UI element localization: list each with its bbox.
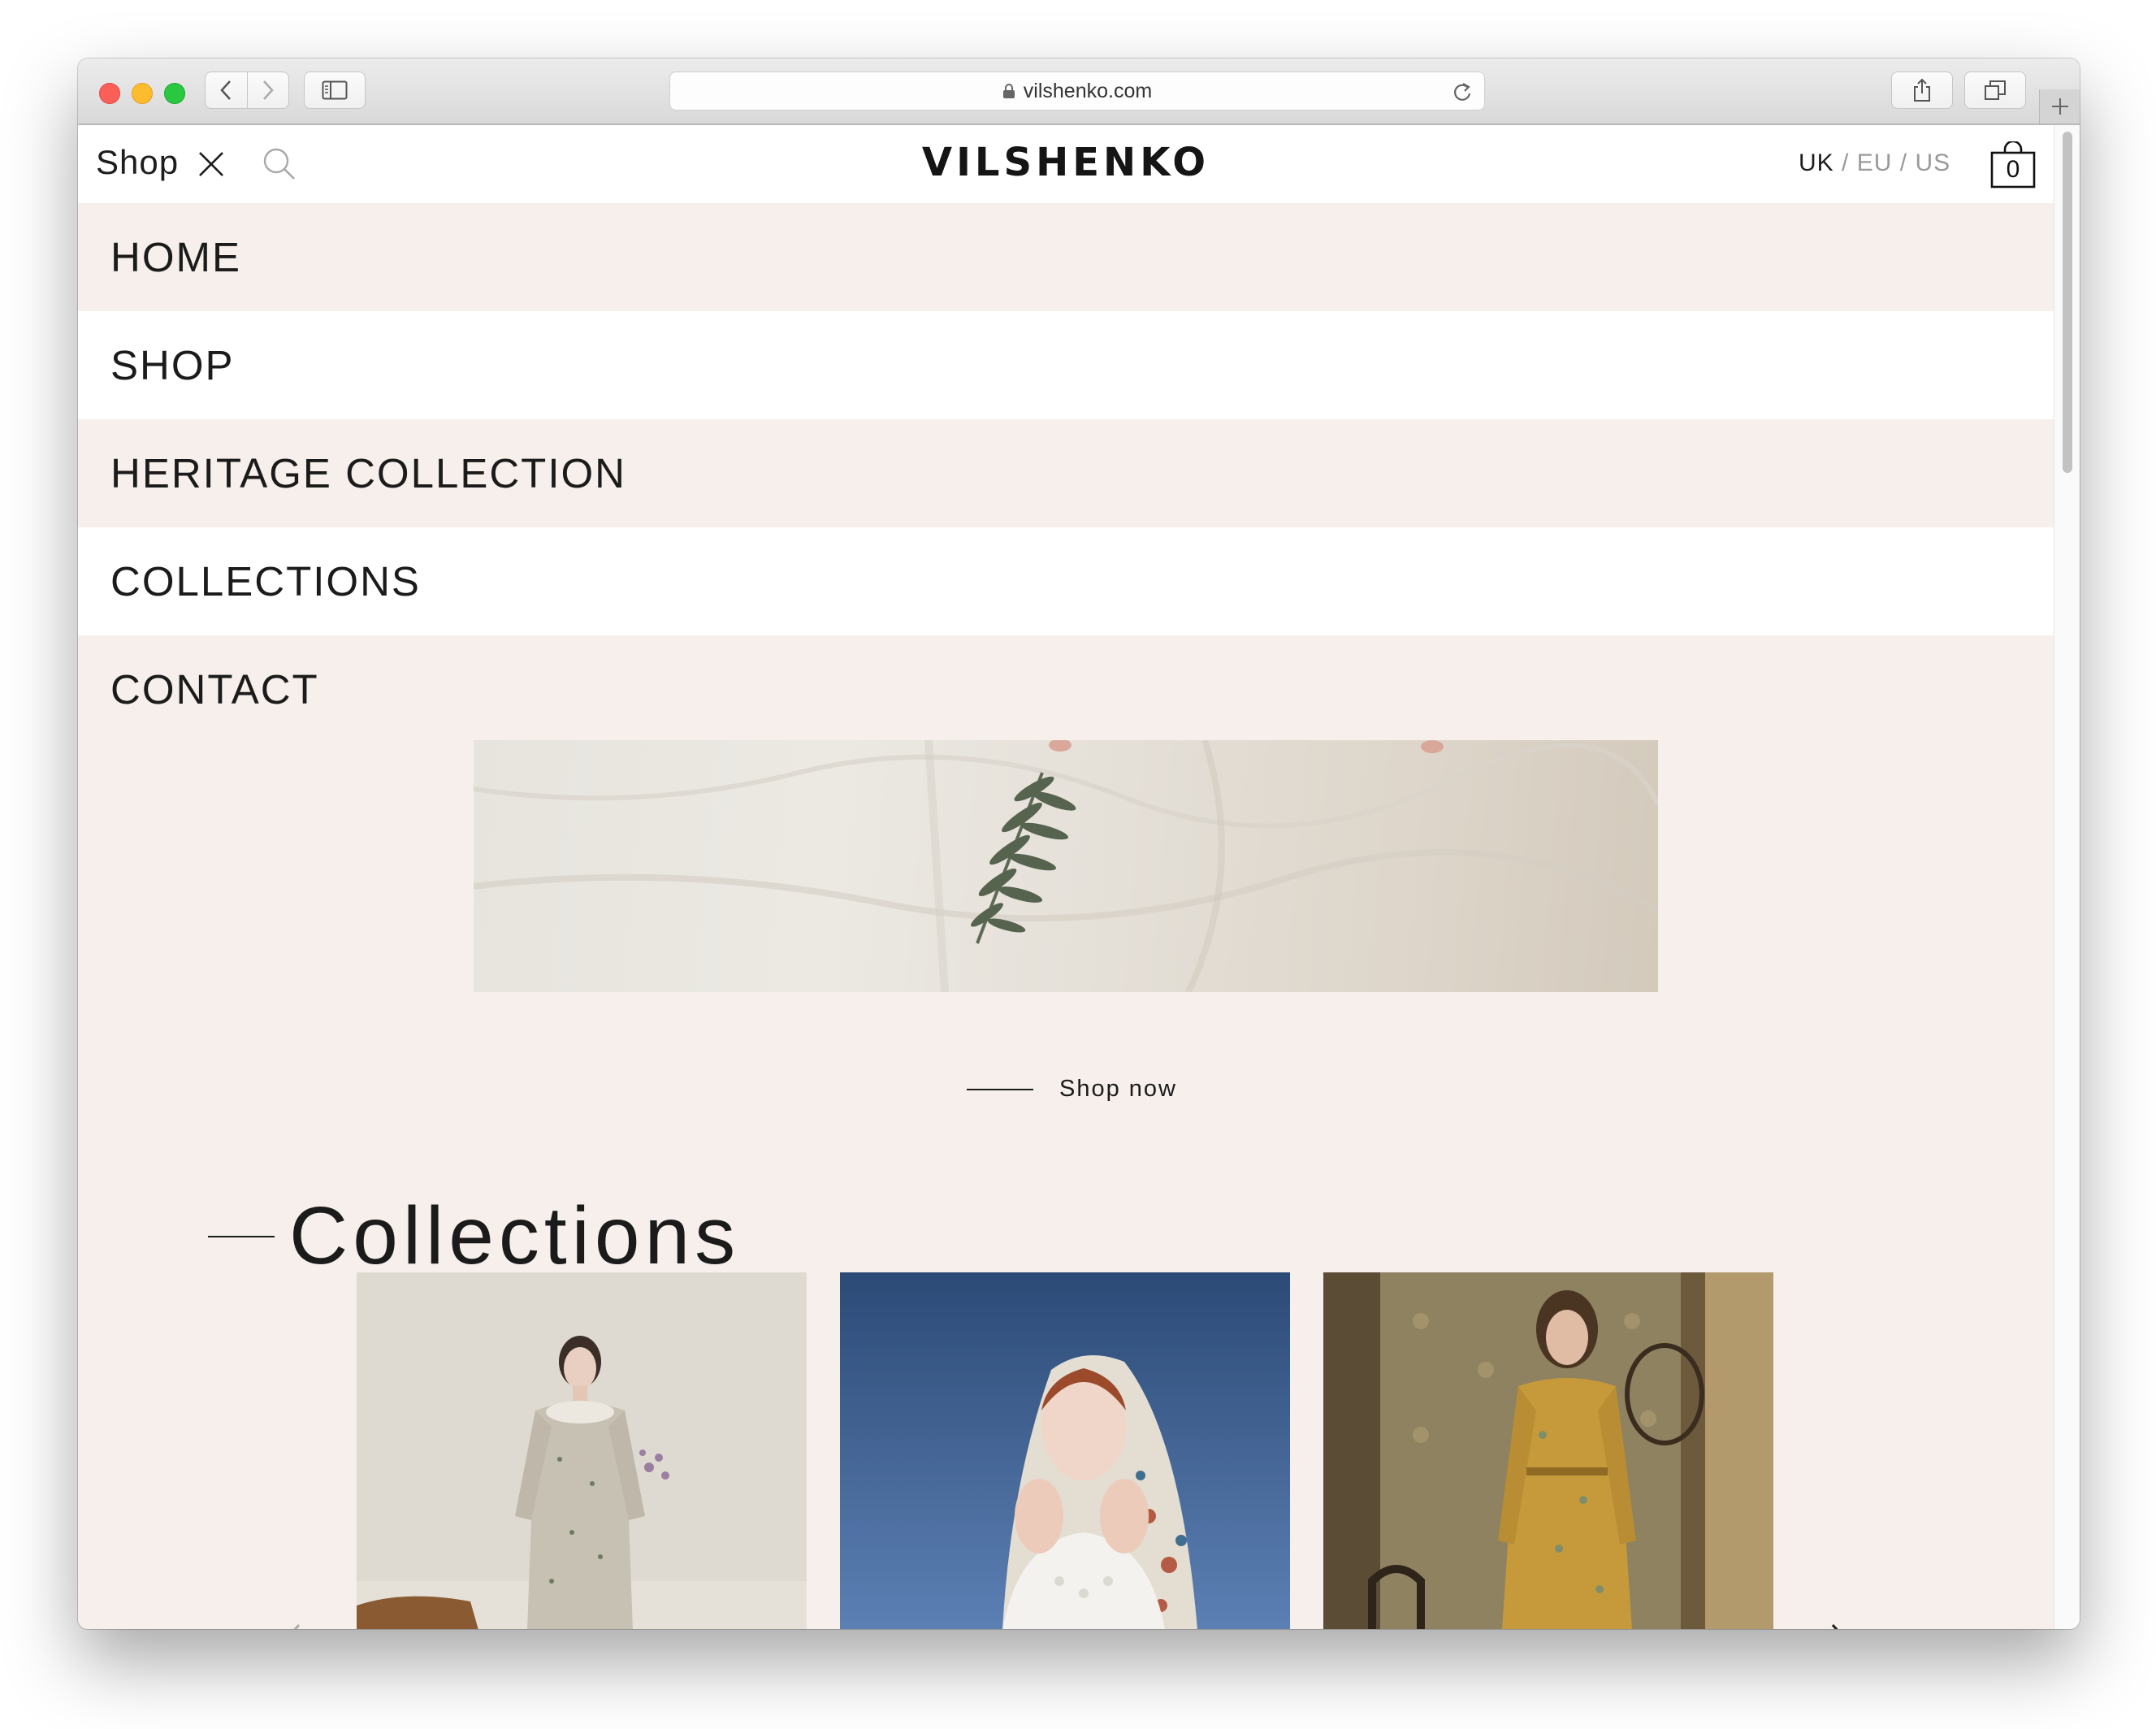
cart-count: 0 (2006, 156, 2020, 183)
lock-icon (1002, 83, 1015, 99)
page-scrollbar[interactable] (2054, 125, 2080, 1629)
site-header: Shop VILSHENKO UK / EU / US 0 (78, 125, 2054, 203)
scrollbar-thumb[interactable] (2063, 132, 2072, 473)
site-logo[interactable]: VILSHENKO (78, 140, 2054, 185)
menu-item-home[interactable]: HOME (78, 203, 2054, 311)
menu-item-heritage-collection[interactable]: HERITAGE COLLECTION (78, 419, 2054, 527)
minimize-window-button[interactable] (132, 83, 153, 104)
address-bar[interactable]: vilshenko.com (669, 72, 1485, 110)
sidebar-icon (322, 80, 348, 100)
shop-now-link[interactable]: Shop now (967, 1076, 1177, 1103)
carousel-next-button[interactable] (1828, 1622, 1868, 1629)
new-tab-button[interactable] (2039, 89, 2080, 124)
collection-card-3[interactable] (1323, 1272, 1773, 1629)
collections-heading: Collections (208, 1190, 740, 1283)
history-navigation (205, 72, 289, 109)
reload-icon[interactable] (1452, 80, 1473, 103)
chevron-right-icon (1831, 1623, 1838, 1629)
zoom-window-button[interactable] (164, 83, 185, 104)
region-selector: UK / EU / US (1799, 150, 1950, 177)
close-window-button[interactable] (99, 83, 120, 104)
carousel-prev-button[interactable] (263, 1622, 304, 1629)
model-headscarf-blue-sky-photo (840, 1272, 1290, 1629)
chevron-right-icon (262, 80, 274, 100)
share-icon (1914, 78, 1930, 102)
tabs-icon (1985, 80, 2006, 100)
divider-line (967, 1088, 1033, 1090)
back-button[interactable] (206, 72, 247, 108)
browser-toolbar: vilshenko.com (78, 58, 2080, 125)
menu-item-collections[interactable]: COLLECTIONS (78, 527, 2054, 635)
web-page: Shop VILSHENKO UK / EU / US 0 HOME SHOP (78, 125, 2054, 1629)
model-gold-dress-photo (1323, 1272, 1773, 1629)
cart-button[interactable]: 0 (1990, 140, 2036, 188)
collection-card-1[interactable] (357, 1272, 807, 1629)
shop-now-label: Shop now (1059, 1076, 1177, 1102)
region-eu[interactable]: EU (1857, 150, 1893, 176)
divider-line (208, 1235, 275, 1237)
sidebar-button[interactable] (304, 72, 366, 109)
region-separator: / (1842, 150, 1850, 176)
navigation-menu: HOME SHOP HERITAGE COLLECTION COLLECTION… (78, 203, 2054, 743)
show-tabs-button[interactable] (1964, 72, 2026, 109)
menu-item-shop[interactable]: SHOP (78, 311, 2054, 419)
region-uk[interactable]: UK (1799, 150, 1834, 176)
chevron-left-icon (220, 80, 232, 100)
browser-window: vilshenko.com Shop VILSHENKO UK / EU / U… (78, 58, 2080, 1629)
model-floral-dress-photo (357, 1272, 807, 1629)
plus-icon (2052, 98, 2068, 115)
hero-image[interactable] (474, 740, 1658, 992)
chevron-left-icon (293, 1623, 301, 1629)
collections-title: Collections (289, 1190, 741, 1281)
region-separator: / (1899, 150, 1908, 176)
url-text: vilshenko.com (1023, 79, 1153, 102)
collection-card-2[interactable] (840, 1272, 1290, 1629)
share-button[interactable] (1891, 72, 1953, 109)
region-us[interactable]: US (1915, 150, 1950, 176)
forward-button[interactable] (246, 72, 289, 108)
menu-item-contact[interactable]: CONTACT (78, 635, 2054, 743)
